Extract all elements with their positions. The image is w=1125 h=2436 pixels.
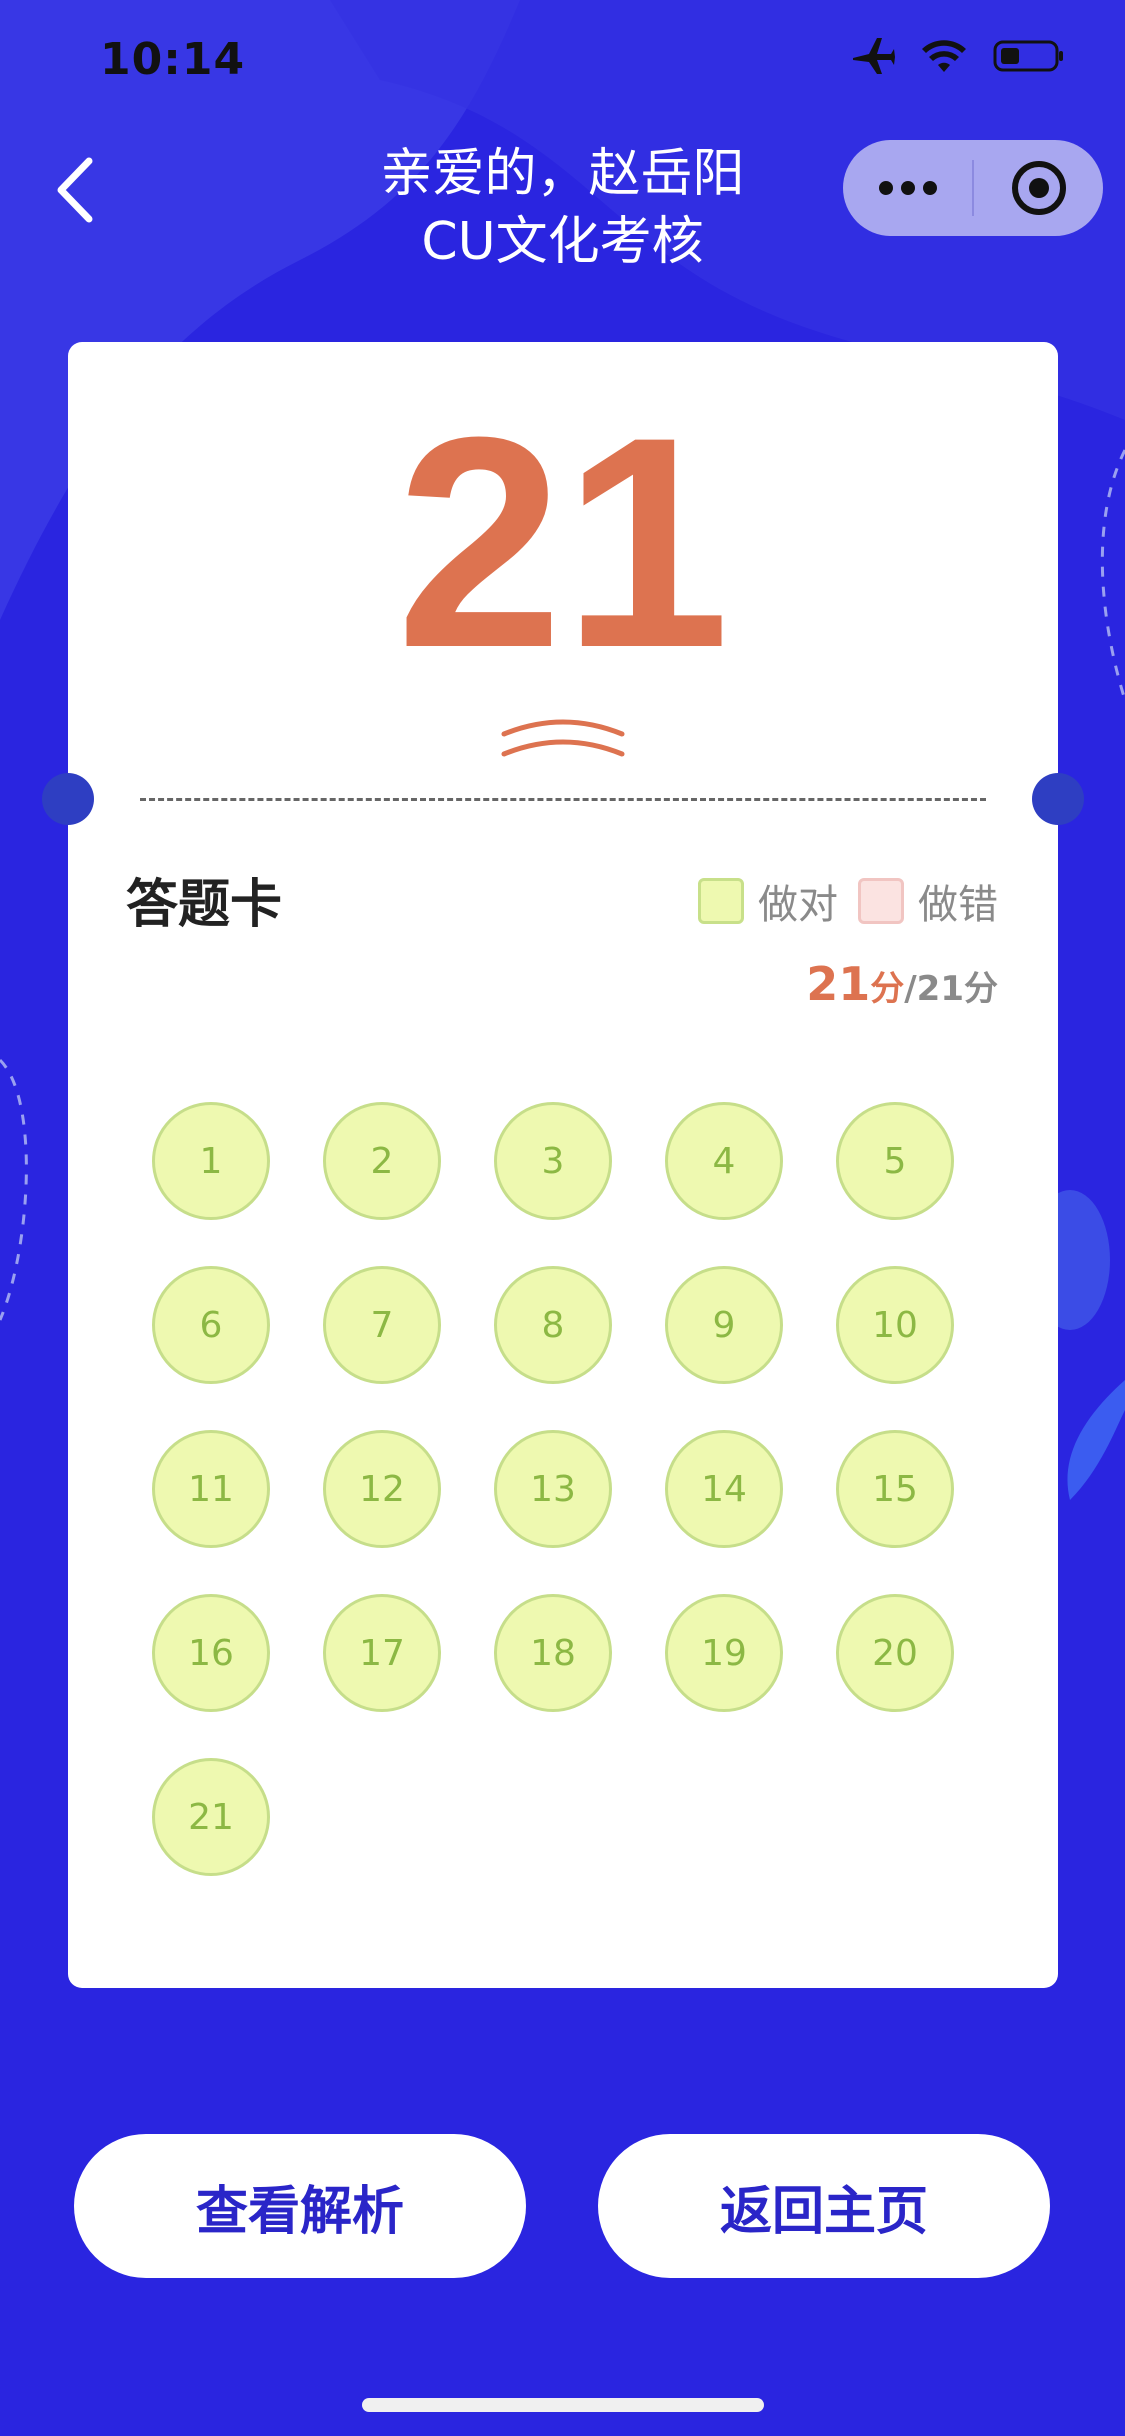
question-bubble[interactable]: 15 <box>836 1430 954 1548</box>
legend-correct-label: 做对 <box>758 882 838 928</box>
points-summary: 21分/21分 <box>806 957 998 1011</box>
question-bubble[interactable]: 13 <box>494 1430 612 1548</box>
page-title-line1: 亲爱的，赵岳阳 <box>380 144 745 204</box>
back-home-button[interactable]: 返回主页 <box>598 2134 1050 2278</box>
wrong-swatch <box>858 878 904 924</box>
question-bubble[interactable]: 3 <box>494 1102 612 1220</box>
points-earned: 21 <box>806 957 871 1011</box>
question-bubble[interactable]: 7 <box>323 1266 441 1384</box>
question-bubble[interactable]: 17 <box>323 1594 441 1712</box>
back-button[interactable] <box>40 150 110 230</box>
legend-wrong: 做错 <box>858 872 998 930</box>
mini-program-capsule <box>843 140 1103 236</box>
status-time: 10:14 <box>100 34 246 85</box>
home-indicator <box>362 2398 764 2412</box>
status-icons <box>851 36 1065 80</box>
answer-card-title: 答题卡 <box>126 875 283 935</box>
legend-wrong-label: 做错 <box>918 882 998 928</box>
airplane-mode-icon <box>851 36 895 80</box>
question-bubble[interactable]: 14 <box>665 1430 783 1548</box>
view-analysis-button[interactable]: 查看解析 <box>74 2134 526 2278</box>
result-card: 21 答题卡 做对 做错 21分/21分 1 2 3 4 5 6 7 8 9 10 11 12 13 14… <box>42 342 1084 1988</box>
legend-correct: 做对 <box>698 872 838 930</box>
battery-icon <box>993 38 1065 78</box>
legend: 做对 做错 <box>698 872 998 930</box>
question-grid: 1 2 3 4 5 6 7 8 9 10 11 12 13 14 15 16 17 18 19 20 21 <box>152 1102 992 1876</box>
navigation-bar: 亲爱的，赵岳阳 CU文化考核 <box>0 130 1125 272</box>
page-title-line2: CU文化考核 <box>421 212 704 272</box>
question-bubble[interactable]: 1 <box>152 1102 270 1220</box>
question-bubble[interactable]: 16 <box>152 1594 270 1712</box>
question-bubble[interactable]: 12 <box>323 1430 441 1548</box>
question-bubble[interactable]: 11 <box>152 1430 270 1548</box>
wifi-icon <box>921 38 967 78</box>
question-bubble[interactable]: 2 <box>323 1102 441 1220</box>
question-bubble[interactable]: 4 <box>665 1102 783 1220</box>
score-value: 21 <box>396 374 730 710</box>
points-total: /21分 <box>904 969 998 1009</box>
more-button[interactable] <box>843 180 972 196</box>
close-mini-program-button[interactable] <box>974 160 1103 216</box>
question-bubble[interactable]: 6 <box>152 1266 270 1384</box>
points-unit: 分 <box>870 969 905 1009</box>
status-bar: 10:14 <box>0 0 1125 120</box>
question-bubble[interactable]: 9 <box>665 1266 783 1384</box>
card-notch-left <box>42 773 94 825</box>
correct-swatch <box>698 878 744 924</box>
question-bubble[interactable]: 10 <box>836 1266 954 1384</box>
question-bubble[interactable]: 19 <box>665 1594 783 1712</box>
dashed-divider <box>140 798 986 801</box>
target-circle-icon <box>1011 161 1066 215</box>
score-decoration-icon <box>501 719 625 757</box>
question-bubble[interactable]: 20 <box>836 1594 954 1712</box>
question-bubble[interactable]: 21 <box>152 1758 270 1876</box>
card-notch-right <box>1032 773 1084 825</box>
chevron-left-icon <box>57 157 93 223</box>
question-bubble[interactable]: 5 <box>836 1102 954 1220</box>
more-dots-icon <box>878 181 937 195</box>
page-title: 亲爱的，赵岳阳 CU文化考核 <box>300 140 825 276</box>
question-bubble[interactable]: 8 <box>494 1266 612 1384</box>
question-bubble[interactable]: 18 <box>494 1594 612 1712</box>
